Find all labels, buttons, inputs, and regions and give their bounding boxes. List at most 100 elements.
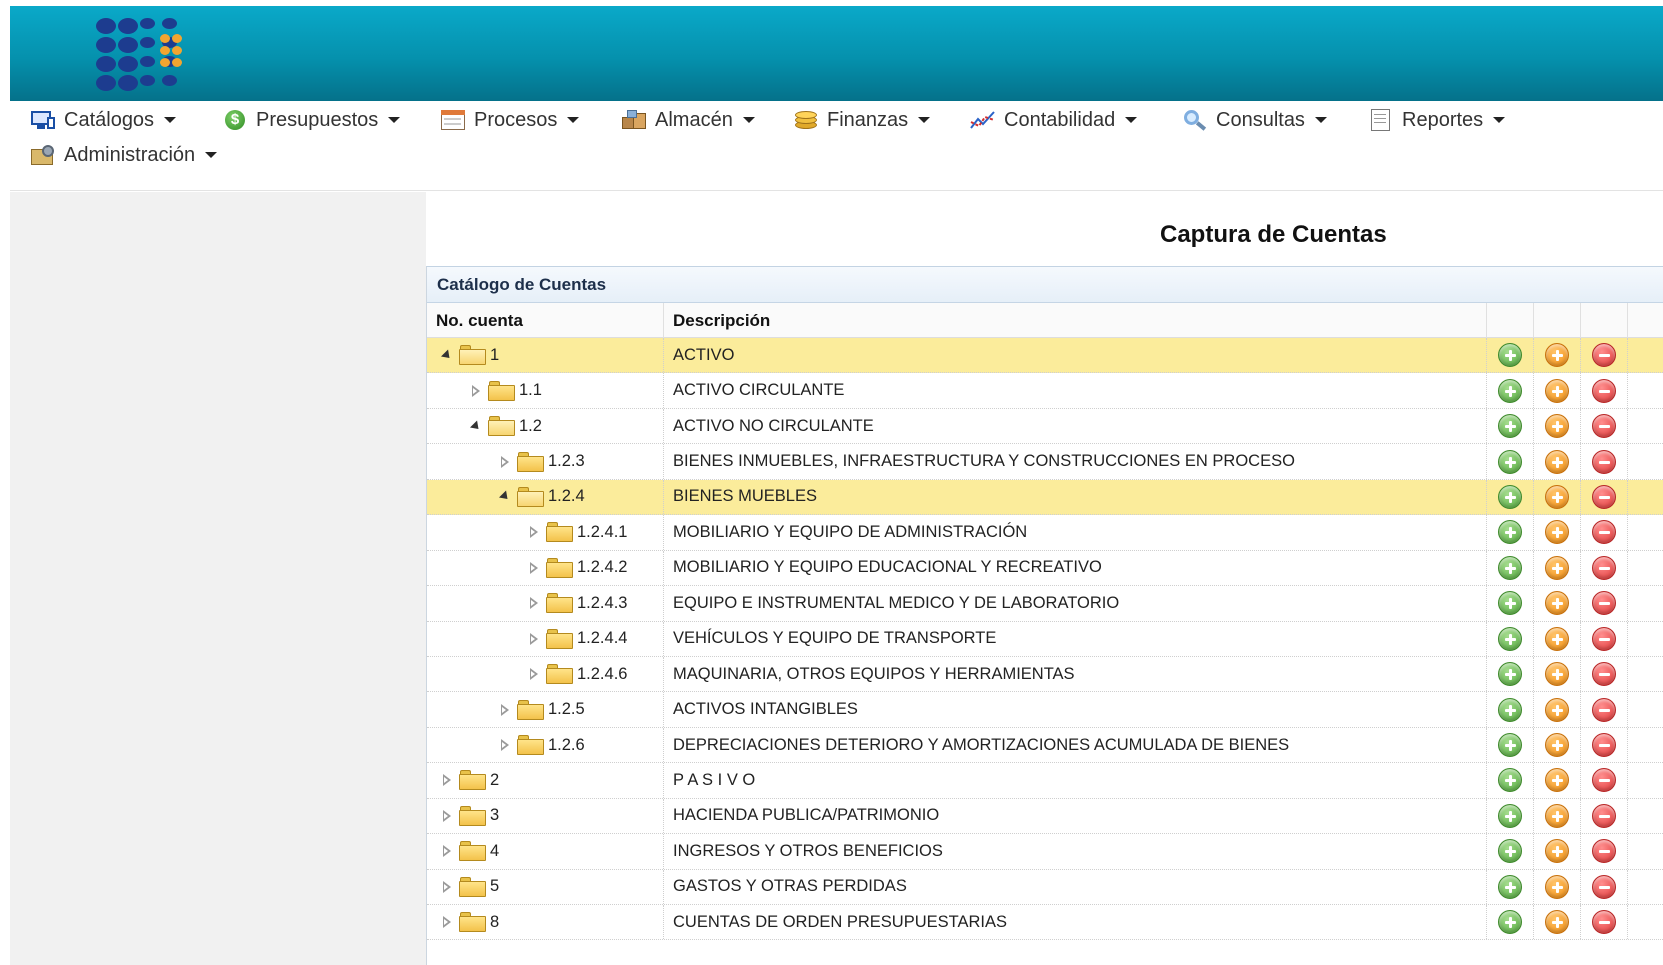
delete-account-button[interactable] [1592,520,1616,545]
expand-arrow-icon[interactable] [499,703,511,716]
tree-row[interactable]: 1.2.5 ACTIVOS INTANGIBLES [427,692,1663,728]
expand-arrow-icon[interactable] [441,916,453,929]
tree-row[interactable]: 1.2.4 BIENES MUEBLES [427,479,1663,516]
header-account-number[interactable]: No. cuenta [427,303,664,338]
edit-account-button[interactable] [1545,378,1569,403]
expand-arrow-icon[interactable] [441,809,453,822]
expand-arrow-icon[interactable] [528,526,540,539]
menu-reportes[interactable]: Reportes [1368,106,1506,134]
account-description: P A S I V O [664,763,1487,798]
expand-arrow-icon[interactable] [441,880,453,893]
delete-account-button[interactable] [1592,768,1616,793]
add-account-button[interactable] [1498,662,1522,687]
edit-account-button[interactable] [1545,591,1569,616]
expand-arrow-icon[interactable] [528,668,540,681]
collapse-arrow-icon[interactable] [469,420,483,433]
add-account-button[interactable] [1498,414,1522,439]
tree-row[interactable]: 1.2.3 BIENES INMUEBLES, INFRAESTRUCTURA Y… [427,444,1663,480]
edit-account-button[interactable] [1545,626,1569,651]
tree-row[interactable]: 4 INGRESOS Y OTROS BENEFICIOS [427,834,1663,870]
header-description[interactable]: Descripción [664,303,1487,338]
delete-account-button[interactable] [1592,697,1616,722]
add-account-button[interactable] [1498,343,1522,368]
tree-row[interactable]: 1.2.4.4 VEHÍCULOS Y EQUIPO DE TRANSPORTE [427,621,1663,657]
delete-account-button[interactable] [1592,449,1616,474]
menu-catalogos[interactable]: Catálogos [30,106,177,134]
expand-arrow-icon[interactable] [528,632,540,645]
expand-arrow-icon[interactable] [528,597,540,610]
delete-account-button[interactable] [1592,343,1616,368]
tree-row[interactable]: 1.2.4.6 MAQUINARIA, OTROS EQUIPOS Y HERRA… [427,656,1663,693]
collapse-arrow-icon[interactable] [498,490,512,503]
tree-row[interactable]: 1.1 ACTIVO CIRCULANTE [427,373,1663,409]
edit-account-button[interactable] [1545,449,1569,474]
add-account-button[interactable] [1498,910,1522,935]
tree-row[interactable]: 5 GASTOS Y OTRAS PERDIDAS [427,869,1663,905]
edit-account-button[interactable] [1545,343,1569,368]
menu-finanzas[interactable]: Finanzas [793,106,931,134]
expand-arrow-icon[interactable] [499,455,511,468]
edit-account-button[interactable] [1545,697,1569,722]
menu-consultas[interactable]: Consultas [1182,106,1327,134]
edit-account-button[interactable] [1545,414,1569,439]
add-account-button[interactable] [1498,803,1522,828]
delete-account-button[interactable] [1592,591,1616,616]
expand-arrow-icon[interactable] [441,845,453,858]
delete-account-button[interactable] [1592,910,1616,935]
add-account-button[interactable] [1498,520,1522,545]
tree-row[interactable]: 1.2.4.1 MOBILIARIO Y EQUIPO DE ADMINISTRA… [427,515,1663,551]
tree-row[interactable]: 2 P A S I V O [427,763,1663,799]
edit-account-button[interactable] [1545,803,1569,828]
edit-account-button[interactable] [1545,733,1569,758]
add-account-button[interactable] [1498,733,1522,758]
tree-row[interactable]: 1.2.4.2 MOBILIARIO Y EQUIPO EDUCACIONAL Y… [427,550,1663,587]
edit-account-button[interactable] [1545,662,1569,687]
delete-account-button[interactable] [1592,839,1616,864]
add-account-button[interactable] [1498,555,1522,580]
delete-account-button[interactable] [1592,414,1616,439]
delete-account-button[interactable] [1592,378,1616,403]
menu-contabilidad[interactable]: Contabilidad [970,106,1138,134]
collapse-arrow-icon[interactable] [440,349,454,362]
edit-account-button[interactable] [1545,768,1569,793]
add-account-button[interactable] [1498,449,1522,474]
action-cell [1581,692,1628,727]
edit-account-button[interactable] [1545,910,1569,935]
tree-row[interactable]: 1.2.6 DEPRECIACIONES DETERIORO Y AMORTIZA… [427,727,1663,764]
delete-account-button[interactable] [1592,555,1616,580]
delete-account-button[interactable] [1592,662,1616,687]
edit-account-button[interactable] [1545,484,1569,509]
add-account-button[interactable] [1498,768,1522,793]
add-account-button[interactable] [1498,839,1522,864]
grid-body: 1 ACTIVO 1.1 ACTIVO CIRCULANTE 1.2 ACTIVO NO … [427,338,1663,941]
menu-almacen[interactable]: Almacén [621,106,755,134]
add-account-button[interactable] [1498,626,1522,651]
delete-account-button[interactable] [1592,803,1616,828]
expand-arrow-icon[interactable] [470,384,482,397]
expand-arrow-icon[interactable] [441,774,453,787]
menu-administracion[interactable]: Administración [30,141,218,169]
tree-row[interactable]: 3 HACIENDA PUBLICA/PATRIMONIO [427,798,1663,835]
add-account-button[interactable] [1498,591,1522,616]
delete-account-button[interactable] [1592,733,1616,758]
delete-account-button[interactable] [1592,874,1616,899]
add-account-button[interactable] [1498,697,1522,722]
tree-row[interactable]: 1.2 ACTIVO NO CIRCULANTE [427,408,1663,445]
tree-row[interactable]: 8 CUENTAS DE ORDEN PRESUPUESTARIAS [427,905,1663,941]
delete-account-button[interactable] [1592,626,1616,651]
tree-row[interactable]: 1 ACTIVO [427,338,1663,374]
tree-row[interactable]: 1.2.4.3 EQUIPO E INSTRUMENTAL MEDICO Y DE… [427,586,1663,622]
add-account-button[interactable] [1498,378,1522,403]
menu-presupuestos[interactable]: $ Presupuestos [222,106,401,134]
edit-account-button[interactable] [1545,839,1569,864]
expand-arrow-icon[interactable] [499,739,511,752]
add-account-button[interactable] [1498,874,1522,899]
edit-account-button[interactable] [1545,874,1569,899]
edit-account-button[interactable] [1545,520,1569,545]
expand-arrow-icon[interactable] [528,561,540,574]
menu-procesos[interactable]: Procesos [440,106,580,134]
header-action-delete [1581,303,1628,338]
add-account-button[interactable] [1498,484,1522,509]
delete-account-button[interactable] [1592,484,1616,509]
edit-account-button[interactable] [1545,555,1569,580]
